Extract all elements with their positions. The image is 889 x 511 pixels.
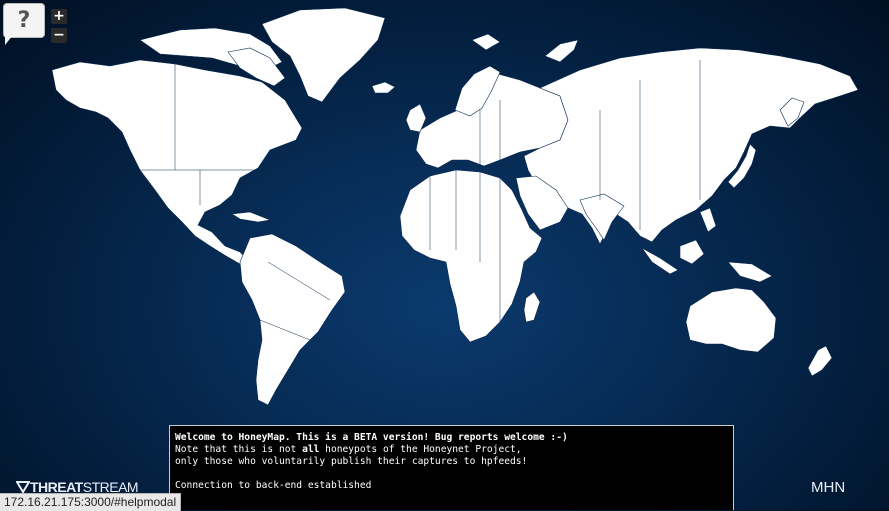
philippines (699, 207, 717, 233)
asia-landmass (523, 47, 859, 245)
british-isles (405, 103, 427, 133)
borneo (679, 239, 705, 265)
novaya-zemlya (544, 39, 579, 63)
greenland (261, 7, 386, 103)
new-guinea (727, 261, 773, 283)
console-status: Connection to back-end established (175, 480, 372, 491)
svalbard (471, 33, 501, 51)
north-america-landmass (51, 59, 303, 265)
madagascar (523, 291, 541, 323)
status-bar-url: 172.16.21.175:3000/#helpmodal (0, 493, 182, 511)
console-note-line2: only those who voluntarily publish their… (175, 456, 528, 467)
console-note-prefix: Note that this is not (175, 444, 303, 455)
console-welcome: Welcome to HoneyMap. This is a BETA vers… (175, 432, 568, 443)
help-button[interactable]: ? (3, 3, 45, 38)
event-console: Welcome to HoneyMap. This is a BETA vers… (169, 425, 734, 510)
console-note-bold: all (302, 444, 320, 455)
cuba (231, 211, 272, 223)
console-note-suffix: honeypots of the Honeynet Project, (319, 444, 522, 455)
help-button-tail (5, 35, 13, 45)
south-america-landmass (239, 233, 346, 406)
threatstream-icon (16, 481, 30, 494)
new-zealand (807, 345, 833, 377)
indonesia-west (641, 247, 679, 275)
iceland (371, 81, 396, 94)
zoom-in-button[interactable]: + (51, 9, 67, 24)
australia (685, 287, 777, 353)
mhn-label: MHN (811, 479, 846, 496)
zoom-out-button[interactable]: − (51, 28, 67, 43)
